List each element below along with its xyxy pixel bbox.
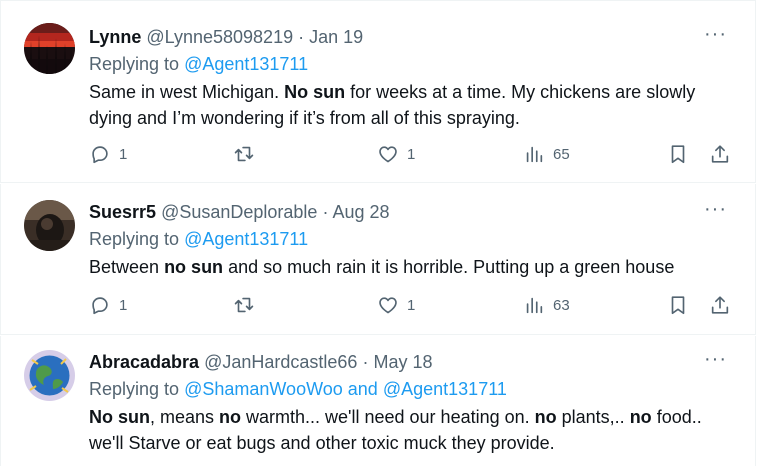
text-segment: warmth... we'll need our heating on.: [241, 407, 535, 427]
display-name[interactable]: Suesrr5: [89, 202, 156, 222]
views-count: 65: [553, 145, 570, 163]
reply-button[interactable]: 1: [89, 143, 127, 165]
text-segment: and so much rain it is horrible. Putting…: [223, 257, 675, 277]
retweet-button[interactable]: [233, 143, 255, 165]
tweet[interactable]: Lynne @Lynne58098219 · Jan 19 ··· Replyi…: [0, 0, 756, 183]
tweet-header: Abracadabra @JanHardcastle66 · May 18: [89, 350, 739, 374]
replying-to-label: Replying to: [89, 379, 180, 399]
separator-dot: ·: [298, 27, 305, 47]
text-segment: plants,..: [556, 407, 630, 427]
emphasis-text: No sun: [284, 82, 346, 102]
views-bar-chart-icon: [526, 297, 543, 314]
mention-link[interactable]: @ShamanWooWoo: [184, 379, 343, 399]
views-bar-chart-icon: [526, 146, 543, 163]
reply-button[interactable]: 1: [89, 294, 127, 316]
emphasis-text: no: [629, 407, 652, 427]
emphasis-text: no: [219, 407, 242, 427]
share-button[interactable]: [709, 294, 731, 316]
heart-icon: [379, 297, 397, 314]
tweet-body: Abracadabra @JanHardcastle66 · May 18 ··…: [89, 348, 739, 456]
tweet-header: Suesrr5 @SusanDeplorable · Aug 28: [89, 200, 739, 224]
replying-to-label: Replying to: [89, 229, 180, 249]
user-handle[interactable]: @SusanDeplorable: [161, 202, 317, 222]
mention-link[interactable]: @Agent131711: [184, 54, 308, 74]
like-count: 1: [407, 296, 416, 314]
mention-link[interactable]: @Agent131711: [184, 229, 308, 249]
reply-icon: [92, 146, 108, 164]
views-button[interactable]: 65: [523, 143, 570, 165]
bookmark-button[interactable]: [667, 143, 689, 165]
display-name[interactable]: Abracadabra: [89, 352, 199, 372]
bookmark-icon: [671, 145, 685, 164]
replying-to: Replying to @Agent131711: [89, 51, 739, 77]
emphasis-text: no: [534, 407, 557, 427]
user-handle[interactable]: @JanHardcastle66: [204, 352, 357, 372]
tweet-text: Between no sun and so much rain it is ho…: [89, 254, 739, 280]
more-dots-icon[interactable]: ···: [704, 198, 727, 221]
emphasis-text: no sun: [164, 257, 224, 277]
bookmark-icon: [671, 296, 685, 315]
views-count: 63: [553, 296, 570, 314]
like-button[interactable]: 1: [377, 294, 415, 316]
user-handle[interactable]: @Lynne58098219: [146, 27, 293, 47]
share-icon: [711, 145, 729, 163]
avatar[interactable]: [24, 350, 75, 401]
separator-dot: ·: [362, 352, 369, 372]
text-segment: Same in west Michigan.: [89, 82, 285, 102]
more-dots-icon[interactable]: ···: [704, 23, 727, 46]
emphasis-text: No sun: [89, 407, 150, 427]
display-name[interactable]: Lynne: [89, 27, 141, 47]
bookmark-button[interactable]: [667, 294, 689, 316]
reply-count: 1: [119, 296, 128, 314]
heart-icon: [379, 146, 397, 163]
retweet-icon: [234, 297, 254, 313]
text-segment: , means: [150, 407, 220, 427]
replying-to-label: Replying to: [89, 54, 180, 74]
replying-to: Replying to @ShamanWooWoo and @Agent1317…: [89, 376, 739, 402]
avatar[interactable]: [24, 23, 75, 74]
tweet[interactable]: Suesrr5 @SusanDeplorable · Aug 28 ··· Re…: [0, 184, 756, 335]
share-icon: [711, 296, 729, 314]
like-count: 1: [407, 145, 416, 163]
tweet-body: Lynne @Lynne58098219 · Jan 19 ··· Replyi…: [89, 23, 739, 131]
mention-link[interactable]: @Agent131711: [383, 379, 507, 399]
reply-icon: [92, 297, 108, 315]
share-button[interactable]: [709, 143, 731, 165]
replying-to: Replying to @Agent131711: [89, 226, 739, 252]
tweet-header: Lynne @Lynne58098219 · Jan 19: [89, 25, 739, 49]
reply-feed: Lynne @Lynne58098219 · Jan 19 ··· Replyi…: [0, 0, 771, 466]
tweet-date[interactable]: May 18: [373, 352, 432, 372]
tweet-text: Same in west Michigan. No sun for weeks …: [89, 79, 739, 131]
separator-dot: ·: [322, 202, 329, 222]
mention-joiner: and: [347, 379, 378, 399]
retweet-button[interactable]: [233, 294, 255, 316]
text-segment: Between: [89, 257, 165, 277]
reply-count: 1: [119, 145, 128, 163]
tweet-text: No sun, means no warmth... we'll need ou…: [89, 404, 739, 456]
action-bar: 1 1 65: [89, 143, 729, 169]
retweet-icon: [234, 146, 254, 162]
tweet[interactable]: Abracadabra @JanHardcastle66 · May 18 ··…: [0, 336, 756, 466]
more-dots-icon[interactable]: ···: [704, 348, 727, 371]
avatar[interactable]: [24, 200, 75, 251]
tweet-date[interactable]: Jan 19: [309, 27, 363, 47]
action-bar: 1 1 63: [89, 294, 729, 320]
tweet-body: Suesrr5 @SusanDeplorable · Aug 28 ··· Re…: [89, 198, 739, 280]
views-button[interactable]: 63: [523, 294, 570, 316]
like-button[interactable]: 1: [377, 143, 415, 165]
tweet-date[interactable]: Aug 28: [332, 202, 389, 222]
